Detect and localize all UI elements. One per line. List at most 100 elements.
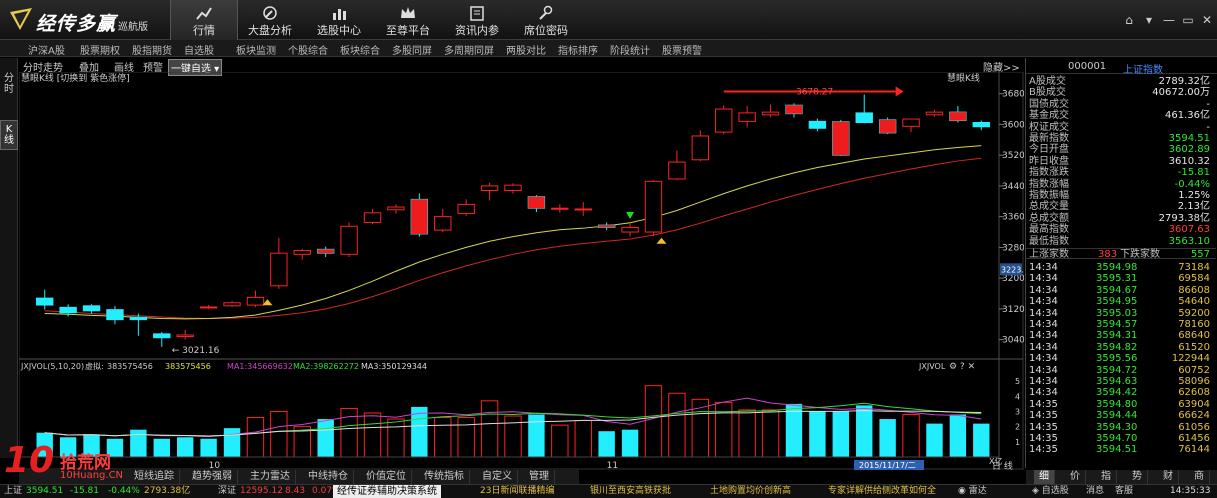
menu-item[interactable]: 多周期同屏 bbox=[444, 42, 494, 57]
minimize-icon[interactable]: — bbox=[1161, 12, 1177, 28]
menu-item[interactable]: 板块综合 bbox=[340, 42, 380, 57]
menu-item[interactable]: 多股同屏 bbox=[392, 42, 432, 57]
candlestick[interactable] bbox=[574, 202, 592, 216]
candlestick[interactable] bbox=[644, 180, 663, 236]
candlestick[interactable] bbox=[363, 208, 382, 225]
candlestick[interactable] bbox=[82, 304, 101, 314]
candlestick[interactable] bbox=[621, 223, 639, 237]
support-button[interactable]: 客服 bbox=[1115, 485, 1133, 498]
news-item[interactable]: 专家详解供给侧改革如何全 bbox=[828, 485, 936, 498]
candlestick[interactable] bbox=[551, 204, 569, 213]
candlestick[interactable] bbox=[504, 183, 522, 194]
candlestick[interactable] bbox=[457, 199, 475, 216]
volume-indicator-name[interactable]: JXJVOL bbox=[918, 362, 946, 371]
candlestick[interactable] bbox=[270, 237, 288, 289]
candlestick[interactable] bbox=[340, 222, 358, 258]
tick-price: 3594.98 bbox=[1096, 262, 1138, 273]
dropdown-icon[interactable]: ▾ bbox=[1141, 12, 1157, 28]
candlestick[interactable] bbox=[808, 118, 827, 132]
nav-market-analysis[interactable]: 大盘分析 bbox=[236, 0, 304, 40]
tab-intraday[interactable]: 分时 bbox=[0, 70, 18, 98]
volume-tick-label: 2 bbox=[1015, 423, 1020, 432]
tab-kline[interactable]: K线 bbox=[0, 120, 18, 150]
menu-item[interactable]: 指标排序 bbox=[558, 42, 598, 57]
panel-tab[interactable]: 财 bbox=[1158, 470, 1179, 484]
menu-item[interactable]: 阶段统计 bbox=[610, 42, 650, 57]
candle-body bbox=[504, 184, 522, 192]
candlestick[interactable] bbox=[199, 305, 218, 309]
close-icon[interactable]: ✕ bbox=[1199, 12, 1215, 28]
candlestick[interactable] bbox=[106, 305, 124, 325]
candlestick[interactable] bbox=[387, 204, 405, 214]
indicator-tab[interactable]: 中线持仓 bbox=[303, 470, 354, 484]
radar-button[interactable]: ◉ 雷达 bbox=[958, 485, 987, 498]
menu-item[interactable]: 个股综合 bbox=[288, 42, 328, 57]
period-day-label[interactable]: 日 线 bbox=[992, 460, 1013, 470]
candlestick[interactable] bbox=[761, 104, 780, 118]
candlestick[interactable] bbox=[668, 150, 686, 181]
nav-market[interactable]: 行情 bbox=[170, 0, 238, 40]
index-stat-label: 权证成交 bbox=[1029, 121, 1069, 133]
panel-tab[interactable]: 势 bbox=[1127, 470, 1148, 484]
tick-price: 3594.31 bbox=[1096, 330, 1138, 342]
candle-body bbox=[855, 112, 873, 124]
indicator-tab[interactable]: 主力雷达 bbox=[245, 470, 296, 484]
tick-price: 3594.44 bbox=[1096, 410, 1138, 422]
candlestick[interactable] bbox=[434, 208, 452, 233]
menu-item[interactable]: 股票预警 bbox=[662, 42, 702, 57]
chart-area[interactable]: 慧眼K线 [切换到 紫色涨停] 慧眼K线 3040 3120 3200 3280 3360 3… bbox=[19, 72, 1024, 470]
settings-icon[interactable]: ⚙ ? ✕ bbox=[949, 362, 975, 372]
candlestick[interactable] bbox=[246, 290, 265, 307]
indicator-tab[interactable]: 传统指标 bbox=[419, 470, 470, 484]
volume-legend-item: MA1:345669632 bbox=[227, 362, 293, 371]
candlestick[interactable] bbox=[480, 182, 499, 201]
indicator-tab[interactable]: 价值定位 bbox=[361, 470, 412, 484]
indicator-tab[interactable]: 管理 bbox=[524, 470, 555, 484]
nav-stock-picker[interactable]: 选股中心 bbox=[305, 0, 373, 40]
news-item[interactable]: 土地购置均价创新高 bbox=[710, 485, 791, 498]
news-item[interactable]: 银川至西安高铁获批 bbox=[590, 485, 671, 498]
home-icon[interactable]: ⌂ bbox=[1121, 12, 1137, 28]
menu-item[interactable]: 股票期权 bbox=[80, 42, 120, 57]
candlestick[interactable] bbox=[715, 105, 733, 135]
radar-label: 雷达 bbox=[968, 486, 987, 496]
system-banner[interactable]: 经传证券辅助决策系统 bbox=[333, 485, 441, 498]
candlestick[interactable] bbox=[902, 118, 920, 133]
candlestick[interactable] bbox=[293, 248, 311, 260]
nav-news[interactable]: 资讯内参 bbox=[443, 0, 511, 40]
candlestick[interactable] bbox=[925, 109, 944, 117]
candlestick[interactable] bbox=[738, 105, 756, 128]
indicator-tab[interactable]: 自定义 bbox=[477, 470, 518, 484]
candlestick[interactable] bbox=[972, 120, 990, 131]
candlestick[interactable] bbox=[855, 94, 873, 124]
panel-tab[interactable]: 价 bbox=[1065, 470, 1086, 484]
indicator-tab[interactable]: 短线追踪 bbox=[129, 470, 180, 484]
menu-item[interactable]: 板块监测 bbox=[236, 42, 276, 57]
candlestick[interactable] bbox=[36, 289, 54, 310]
candlestick[interactable] bbox=[691, 130, 710, 162]
candlestick[interactable] bbox=[129, 313, 148, 336]
candlestick[interactable] bbox=[223, 301, 241, 307]
panel-tab[interactable]: 指 bbox=[1096, 470, 1117, 484]
menu-item[interactable]: 股指期货 bbox=[132, 42, 172, 57]
panel-tab[interactable]: 细 bbox=[1034, 470, 1055, 484]
nav-premium-platform[interactable]: 至尊平台 bbox=[374, 0, 442, 40]
index-stat-value: -15.81 bbox=[1177, 167, 1210, 179]
candle-body bbox=[480, 185, 499, 192]
menu-item[interactable]: 两股对比 bbox=[506, 42, 546, 57]
watchlist-button[interactable]: ◈ 自选股 bbox=[1032, 485, 1069, 498]
menu-item[interactable]: 自选股 bbox=[184, 42, 214, 57]
tick-price: 3594.51 bbox=[1096, 444, 1138, 456]
indicator-tab[interactable]: 趋势强弱 bbox=[187, 470, 238, 484]
main-indicator-label[interactable]: 慧眼K线 [切换到 紫色涨停] bbox=[21, 72, 130, 84]
news-item[interactable]: 23日新闻联播精编 bbox=[480, 485, 554, 498]
menu-item[interactable]: 沪深A股 bbox=[28, 42, 65, 57]
messages-button[interactable]: 消息 bbox=[1086, 485, 1104, 498]
nav-seat-code[interactable]: 席位密码 bbox=[512, 0, 580, 40]
candlestick[interactable] bbox=[176, 330, 194, 340]
index-stat-label: 指数振幅 bbox=[1029, 190, 1069, 201]
volume-bar bbox=[926, 423, 943, 457]
restore-icon[interactable]: ▭ bbox=[1180, 12, 1196, 28]
panel-tab[interactable]: 商 bbox=[1189, 470, 1210, 484]
candlestick[interactable] bbox=[153, 331, 171, 347]
